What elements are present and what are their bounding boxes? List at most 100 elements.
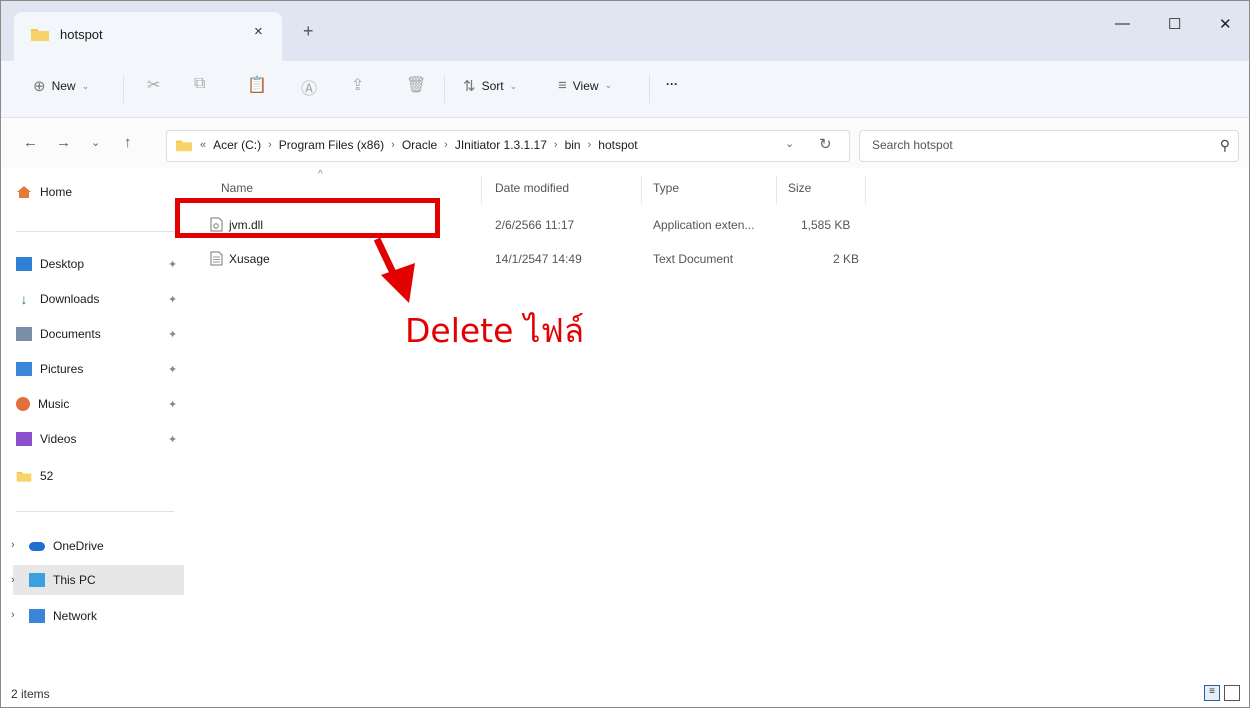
- sort-ascending-icon: ^: [318, 169, 323, 180]
- home-icon: [17, 186, 31, 198]
- sort-icon: ⇅: [463, 78, 476, 95]
- sidebar-item-videos[interactable]: Videos ✦: [16, 424, 183, 454]
- pictures-icon: [16, 362, 32, 376]
- sidebar-item-home[interactable]: Home: [16, 177, 183, 207]
- cloud-icon: [29, 541, 45, 551]
- sidebar-item-this-pc[interactable]: This PC: [13, 565, 184, 595]
- column-header-size[interactable]: Size: [788, 181, 811, 195]
- computer-icon: [29, 573, 45, 587]
- copy-icon[interactable]: ⧉: [194, 75, 205, 93]
- breadcrumb-item[interactable]: bin: [565, 138, 581, 152]
- sidebar-item-52[interactable]: 52: [16, 461, 183, 491]
- breadcrumb-separator-icon: ›: [553, 139, 558, 151]
- pin-icon[interactable]: ✦: [168, 363, 177, 376]
- share-icon[interactable]: ⇪: [351, 75, 364, 95]
- file-name: Xusage: [229, 252, 270, 266]
- address-dropdown-icon[interactable]: ⌄: [785, 137, 794, 150]
- expand-chevron-icon[interactable]: ›: [11, 539, 15, 551]
- sidebar-item-network[interactable]: Network: [29, 601, 184, 631]
- toolbar-divider: [649, 75, 650, 103]
- recent-locations-chevron-icon[interactable]: ⌄: [91, 136, 100, 149]
- pin-icon[interactable]: ✦: [168, 398, 177, 411]
- up-arrow-icon[interactable]: ↑: [124, 134, 132, 151]
- tab-hotspot[interactable]: hotspot ×: [14, 12, 282, 62]
- back-arrow-icon[interactable]: ←: [23, 134, 38, 151]
- tab-close-icon[interactable]: ×: [254, 23, 263, 40]
- address-bar[interactable]: « Acer (C:) › Program Files (x86) › Orac…: [166, 130, 850, 162]
- expand-chevron-icon[interactable]: ›: [11, 574, 15, 586]
- pin-icon[interactable]: ✦: [168, 258, 177, 271]
- search-icon[interactable]: ⚲: [1220, 137, 1230, 154]
- table-row[interactable]: Xusage 14/1/2547 14:49 Text Document 2 K…: [201, 244, 861, 274]
- sidebar-item-music[interactable]: Music ✦: [16, 389, 183, 419]
- plus-circle-icon: ⊕: [33, 78, 46, 95]
- column-header-type[interactable]: Type: [653, 181, 679, 195]
- column-divider[interactable]: [481, 176, 482, 204]
- sort-button[interactable]: ⇅ Sort ⌄: [463, 77, 517, 95]
- breadcrumb-separator-icon: ›: [268, 139, 272, 151]
- column-divider[interactable]: [641, 176, 642, 204]
- expand-chevron-icon[interactable]: ›: [11, 609, 15, 621]
- chevron-down-icon: ⌄: [604, 80, 613, 90]
- breadcrumb-item[interactable]: hotspot: [598, 138, 637, 152]
- search-box: ⚲: [859, 130, 1239, 162]
- sidebar-item-label: Pictures: [40, 362, 84, 376]
- sidebar-item-label: This PC: [53, 573, 96, 587]
- command-bar: ⊕ New ⌄ ✂ ⧉ 📋 Ⓐ ⇪ 🗑 ⇅ Sort ⌄ ≡ View ⌄ ··…: [1, 61, 1249, 118]
- file-size: 2 KB: [833, 252, 860, 266]
- column-header-date[interactable]: Date modified: [495, 181, 569, 195]
- sidebar-item-label: Videos: [40, 432, 77, 446]
- paste-icon[interactable]: 📋: [247, 75, 267, 95]
- details-view-icon[interactable]: ≡: [1204, 685, 1220, 701]
- close-window-button[interactable]: ✕: [1219, 15, 1232, 33]
- highlight-box: [175, 198, 440, 238]
- minimize-button[interactable]: —: [1115, 15, 1130, 32]
- pin-icon[interactable]: ✦: [168, 293, 177, 306]
- tiles-view-icon[interactable]: [1224, 685, 1240, 701]
- status-item-count: 2 items: [11, 687, 50, 701]
- sidebar-item-label: Network: [53, 609, 98, 623]
- breadcrumb-item[interactable]: Program Files (x86): [279, 138, 384, 152]
- maximize-button[interactable]: ☐: [1168, 15, 1181, 33]
- delete-icon[interactable]: 🗑: [406, 75, 426, 95]
- breadcrumb-separator-icon: ›: [444, 139, 448, 151]
- column-divider[interactable]: [776, 176, 777, 204]
- rename-icon[interactable]: Ⓐ: [301, 75, 317, 99]
- more-options-button[interactable]: ···: [666, 77, 678, 91]
- file-type: Application exten...: [653, 218, 755, 232]
- file-date: 2/6/2566 11:17: [495, 218, 575, 232]
- sidebar-item-downloads[interactable]: ↓ Downloads ✦: [16, 284, 183, 314]
- pin-icon[interactable]: ✦: [168, 433, 177, 446]
- music-icon: [16, 397, 30, 411]
- forward-arrow-icon[interactable]: →: [56, 134, 71, 151]
- new-button[interactable]: ⊕ New ⌄: [33, 77, 89, 95]
- videos-icon: [16, 432, 32, 446]
- toolbar-divider: [123, 75, 124, 103]
- column-header-name[interactable]: Name: [221, 181, 253, 195]
- sidebar-item-pictures[interactable]: Pictures ✦: [16, 354, 183, 384]
- toolbar-divider: [444, 75, 445, 103]
- view-icon: ≡: [558, 77, 567, 94]
- search-input[interactable]: [870, 137, 1194, 153]
- view-button[interactable]: ≡ View ⌄: [558, 77, 612, 94]
- sidebar-item-onedrive[interactable]: OneDrive: [29, 531, 184, 561]
- cut-icon[interactable]: ✂: [147, 75, 160, 95]
- new-tab-button[interactable]: +: [303, 21, 314, 42]
- sidebar-item-documents[interactable]: Documents ✦: [16, 319, 183, 349]
- breadcrumb-overflow[interactable]: «: [200, 139, 206, 151]
- sidebar-item-desktop[interactable]: Desktop ✦: [16, 249, 183, 279]
- file-type: Text Document: [653, 252, 734, 266]
- breadcrumb-item[interactable]: Oracle: [402, 138, 437, 152]
- breadcrumb-item[interactable]: JInitiator 1.3.1.17: [455, 138, 547, 152]
- navigation-pane: Home Desktop ✦ ↓ Downloads ✦ Documents ✦…: [1, 169, 191, 679]
- address-row: ← → ⌄ ↑ « Acer (C:) › Program Files (x86…: [1, 118, 1249, 168]
- chevron-down-icon: ⌄: [81, 80, 90, 91]
- column-divider[interactable]: [865, 176, 866, 204]
- refresh-icon[interactable]: ↻: [819, 135, 832, 153]
- pin-icon[interactable]: ✦: [168, 328, 177, 341]
- breadcrumb: « Acer (C:) › Program Files (x86) › Orac…: [175, 138, 638, 152]
- breadcrumb-separator-icon: ›: [587, 139, 592, 151]
- sidebar-item-label: OneDrive: [53, 539, 104, 553]
- breadcrumb-item[interactable]: Acer (C:): [213, 138, 261, 152]
- folder-icon: [31, 29, 49, 41]
